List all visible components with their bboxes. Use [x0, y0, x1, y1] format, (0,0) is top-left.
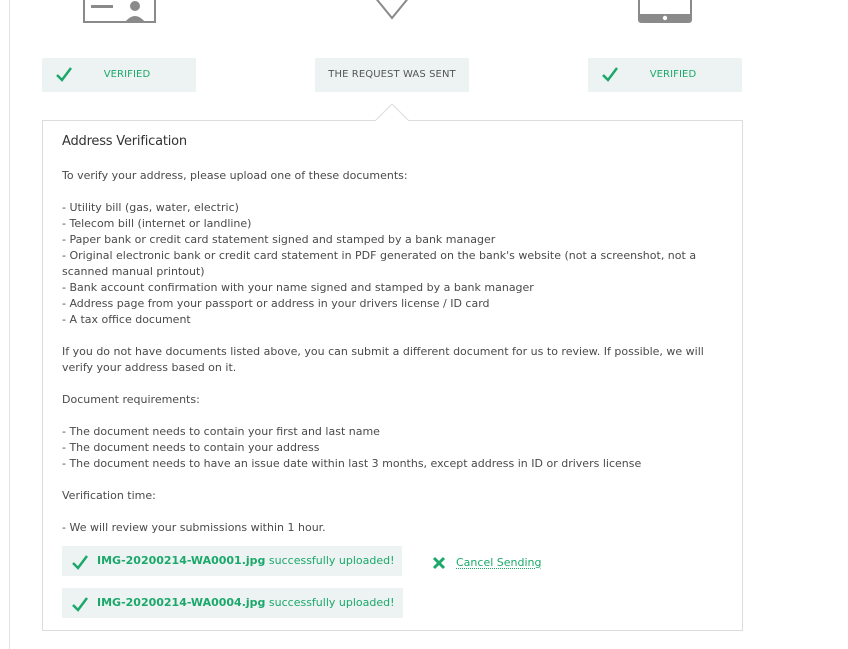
requirements-title: Document requirements: — [62, 393, 200, 406]
phone-icon — [638, 0, 692, 24]
verification-time-text: - We will review your submissions within… — [62, 521, 326, 534]
upload-status-row: IMG-20200214-WA0004.jpg successfully upl… — [62, 588, 403, 618]
requirement-item: - The document needs to have an issue da… — [62, 457, 642, 470]
location-pin-icon — [372, 0, 412, 24]
alternative-text: If you do not have documents listed abov… — [62, 345, 704, 374]
panel-body: To verify your address, please upload on… — [62, 168, 722, 536]
status-text: VERIFIED — [103, 69, 151, 80]
step-3-status: VERIFIED — [588, 58, 742, 92]
upload-message: successfully uploaded! — [265, 554, 395, 567]
document-item: - Address page from your passport or add… — [62, 297, 490, 310]
step-2-status: THE REQUEST WAS SENT — [315, 58, 469, 92]
check-icon — [72, 597, 88, 615]
document-item: - Telecom bill (internet or landline) — [62, 217, 252, 230]
document-item: - Utility bill (gas, water, electric) — [62, 201, 239, 214]
document-item: - Original electronic bank or credit car… — [62, 249, 697, 278]
id-card-icon — [83, 0, 156, 24]
uploaded-filename: IMG-20200214-WA0001.jpg — [97, 554, 266, 567]
document-item: - Bank account confirmation with your na… — [62, 281, 534, 294]
address-verification-panel: Address Verification To verify your addr… — [42, 120, 743, 631]
check-icon — [72, 555, 88, 573]
left-divider — [9, 0, 10, 649]
upload-message: successfully uploaded! — [265, 596, 395, 609]
document-item: - A tax office document — [62, 313, 191, 326]
status-text: VERIFIED — [649, 69, 697, 80]
status-text: THE REQUEST WAS SENT — [328, 69, 456, 80]
panel-pointer — [374, 103, 410, 122]
intro-text: To verify your address, please upload on… — [62, 169, 408, 182]
upload-status-row: IMG-20200214-WA0001.jpg successfully upl… — [62, 546, 402, 576]
step-1-status: VERIFIED — [42, 58, 196, 92]
panel-title: Address Verification — [62, 134, 187, 149]
requirement-item: - The document needs to contain your add… — [62, 441, 320, 454]
close-icon — [432, 556, 446, 573]
document-item: - Paper bank or credit card statement si… — [62, 233, 496, 246]
cancel-sending-label[interactable]: Cancel Sending — [456, 556, 541, 569]
verification-time-title: Verification time: — [62, 489, 156, 502]
uploaded-filename: IMG-20200214-WA0004.jpg — [97, 596, 266, 609]
requirement-item: - The document needs to contain your fir… — [62, 425, 380, 438]
